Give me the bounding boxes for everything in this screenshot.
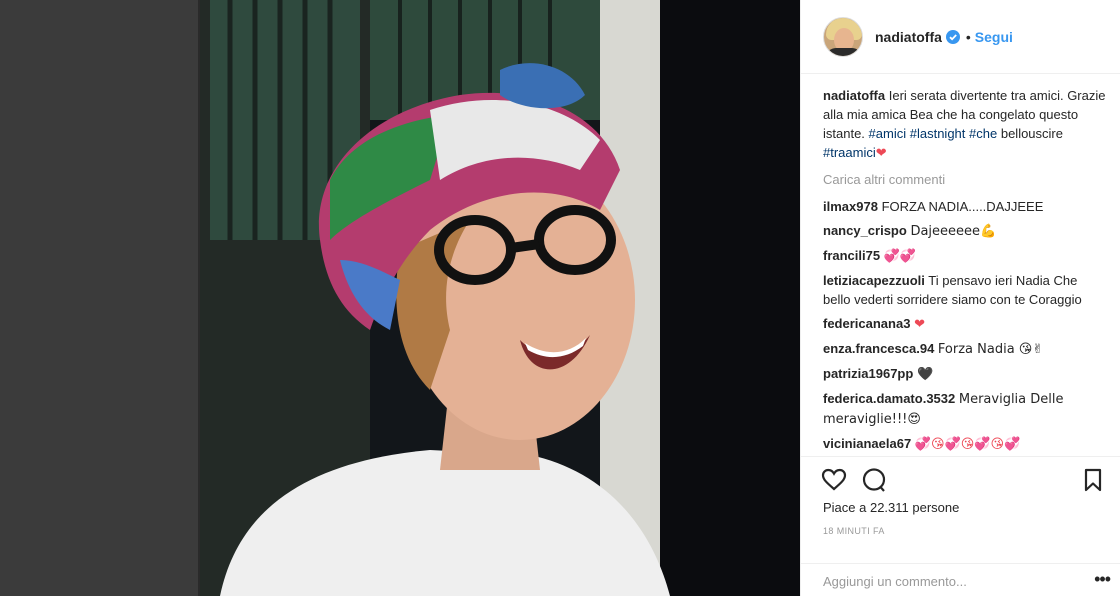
heart-emoji: ❤ bbox=[875, 145, 887, 160]
more-options-icon[interactable]: ••• bbox=[1094, 570, 1111, 588]
comment-text: Dajeeeeee💪 bbox=[910, 224, 997, 239]
bookmark-icon[interactable] bbox=[1080, 467, 1106, 493]
hashtag-link[interactable]: #traamici bbox=[823, 145, 876, 160]
heart-icon[interactable] bbox=[821, 467, 847, 493]
hashtag-link[interactable]: #lastnight bbox=[910, 126, 966, 141]
load-more-comments[interactable]: Carica altri commenti bbox=[823, 170, 1106, 189]
separator-dot: • bbox=[965, 28, 971, 45]
comment-text: FORZA NADIA.....DAJJEEE bbox=[881, 199, 1044, 214]
comment-item: vicinianaela67 💞😘💞😘💞😘💞 bbox=[823, 434, 1106, 454]
comment-text: 💞😘💞😘💞😘💞 bbox=[914, 437, 1021, 452]
modal-backdrop[interactable] bbox=[0, 0, 200, 596]
comment-text: 🖤 bbox=[916, 367, 934, 382]
likes-count[interactable]: Piace a 22.311 persone bbox=[823, 500, 959, 515]
comments-list[interactable]: nadiatoffa Ieri serata divertente tra am… bbox=[823, 86, 1106, 456]
comment-item: letiziacapezzuoli Ti pensavo ieri Nadia … bbox=[823, 271, 1106, 309]
caption-text: bellouscire bbox=[1000, 126, 1063, 141]
comment-text: ❤ bbox=[914, 317, 925, 332]
comment-text: Forza Nadia 😘✌ bbox=[937, 342, 1044, 357]
comment-username[interactable]: vicinianaela67 bbox=[823, 436, 911, 451]
comment-item: federicanana3 ❤ bbox=[823, 314, 1106, 334]
comment-username[interactable]: federicanana3 bbox=[823, 316, 910, 331]
avatar-shirt bbox=[826, 47, 862, 56]
photo-illustration bbox=[200, 0, 800, 596]
comment-item: enza.francesca.94 Forza Nadia 😘✌ bbox=[823, 339, 1106, 359]
comment-item: ilmax978 FORZA NADIA.....DAJJEEE bbox=[823, 197, 1106, 216]
comment-username[interactable]: francili75 bbox=[823, 248, 880, 263]
comment-username[interactable]: enza.francesca.94 bbox=[823, 341, 934, 356]
comment-item: patrizia1967pp 🖤 bbox=[823, 364, 1106, 384]
post-panel: nadiatoffa • Segui nadiatoffa Ieri serat… bbox=[800, 0, 1120, 596]
comment-item: francili75 💞💞 bbox=[823, 246, 1106, 266]
hashtag-link[interactable]: #amici bbox=[869, 126, 907, 141]
post-photo[interactable] bbox=[200, 0, 800, 596]
follow-button[interactable]: Segui bbox=[975, 29, 1013, 45]
comment-item: nancy_crispo Dajeeeeee💪 bbox=[823, 221, 1106, 241]
hashtag-link[interactable]: #che bbox=[969, 126, 997, 141]
comment-icon[interactable] bbox=[861, 467, 887, 493]
post-actions: Piace a 22.311 persone 18 MINUTI FA ••• bbox=[801, 456, 1120, 596]
comment-text: 💞💞 bbox=[883, 249, 917, 264]
comment-username[interactable]: letiziacapezzuoli bbox=[823, 273, 925, 288]
action-icons bbox=[821, 467, 1106, 495]
add-comment-bar: ••• bbox=[801, 563, 1120, 596]
comment-username[interactable]: nancy_crispo bbox=[823, 223, 907, 238]
comment-username[interactable]: patrizia1967pp bbox=[823, 366, 913, 381]
avatar[interactable] bbox=[823, 16, 863, 57]
comment-username[interactable]: federica.damato.3532 bbox=[823, 391, 955, 406]
comment-item: federica.damato.3532 Meraviglia Delle me… bbox=[823, 389, 1106, 429]
add-comment-input[interactable] bbox=[823, 574, 1063, 589]
post-username[interactable]: nadiatoffa bbox=[875, 29, 942, 45]
caption-username[interactable]: nadiatoffa bbox=[823, 88, 885, 103]
post-header: nadiatoffa • Segui bbox=[801, 0, 1120, 74]
post-caption: nadiatoffa Ieri serata divertente tra am… bbox=[823, 86, 1106, 162]
post-timestamp: 18 MINUTI FA bbox=[823, 526, 885, 536]
verified-badge-icon bbox=[945, 29, 960, 44]
comment-username[interactable]: ilmax978 bbox=[823, 199, 878, 214]
